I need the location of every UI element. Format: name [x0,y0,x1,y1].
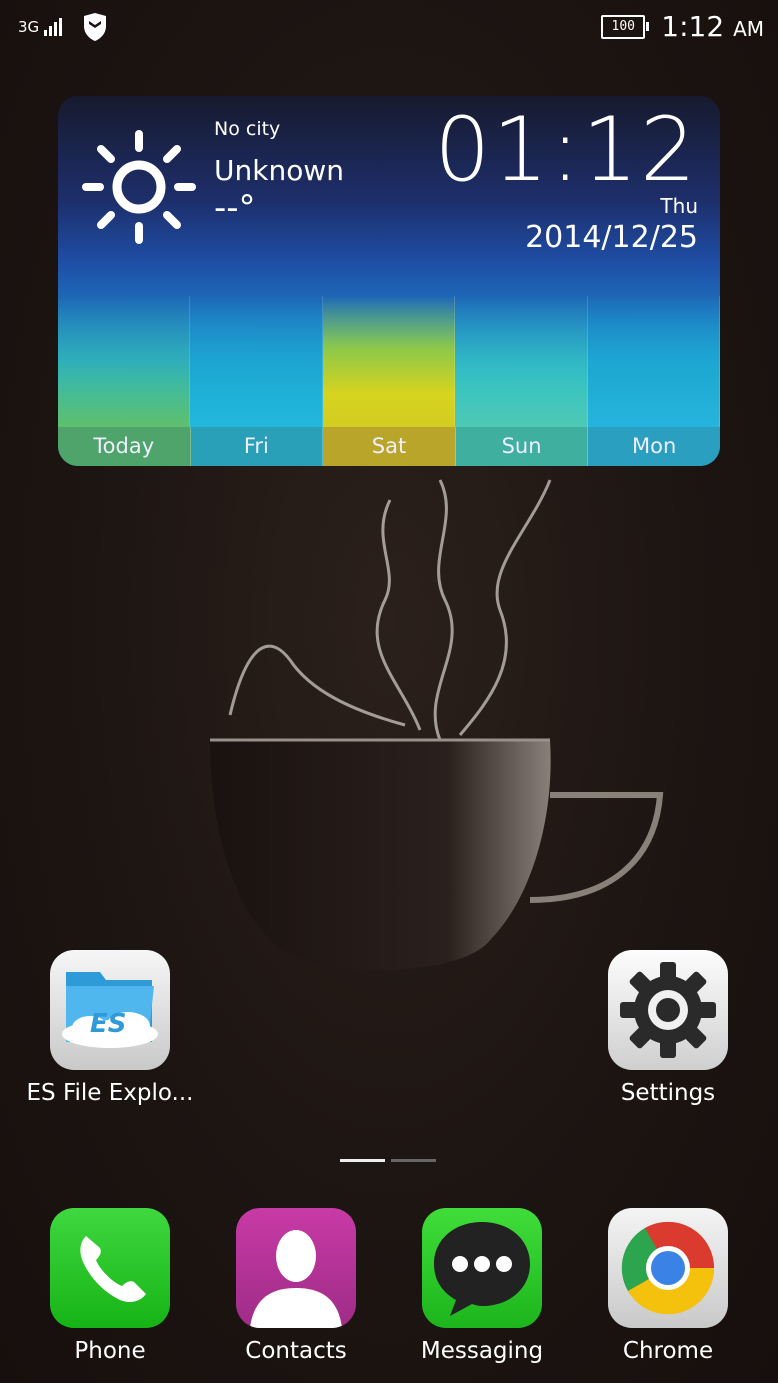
widget-day: Thu [660,194,698,218]
battery-icon: 100 [601,14,650,39]
sun-icon [82,130,196,244]
page-indicator [340,1159,436,1162]
messaging-label: Messaging [420,1338,544,1364]
es-file-explorer-label: ES File Explo... [26,1080,194,1106]
svg-text:ES: ES [90,1009,127,1039]
status-time: 1:12 [661,10,725,43]
phone-icon [50,1208,170,1328]
signal-bars-icon [44,18,63,36]
dock-phone[interactable]: Phone [20,1208,200,1364]
status-ampm: AM [733,17,764,41]
app-settings[interactable]: Settings [578,950,758,1106]
status-bar: 3G 100 1:12 AM [0,0,778,54]
weather-widget[interactable]: No city Unknown --° 01:12 Thu 2014/12/25… [58,96,720,466]
contacts-icon [236,1208,356,1328]
dock-contacts[interactable]: Contacts [206,1208,386,1364]
settings-label: Settings [620,1080,716,1106]
phone-label: Phone [74,1338,146,1364]
chrome-label: Chrome [622,1338,714,1364]
widget-date: 2014/12/25 [525,220,698,255]
page-dot-2 [391,1159,436,1162]
signal-indicator: 3G [18,18,63,36]
messaging-icon [422,1208,542,1328]
app-es-file-explorer[interactable]: ES ES File Explo... [20,950,200,1106]
network-type: 3G [18,18,40,36]
weather-temperature: --° [214,188,256,228]
contacts-label: Contacts [245,1338,347,1364]
dock-chrome[interactable]: Chrome [578,1208,758,1364]
dock-messaging[interactable]: Messaging [392,1208,572,1364]
widget-clock: 01:12 [434,98,698,201]
page-dot-1 [340,1159,385,1162]
chrome-icon [608,1208,728,1328]
es-file-explorer-icon: ES [50,950,170,1070]
forecast-day-today: Today [58,427,191,466]
weather-condition: Unknown [214,154,344,187]
weather-city: No city [214,118,281,140]
shield-icon [84,13,107,41]
battery-level: 100 [611,18,635,34]
settings-gear-icon [608,950,728,1070]
forecast-columns [58,296,720,427]
status-clock: 1:12 AM [661,10,764,43]
wallpaper-coffee-cup [210,479,664,970]
